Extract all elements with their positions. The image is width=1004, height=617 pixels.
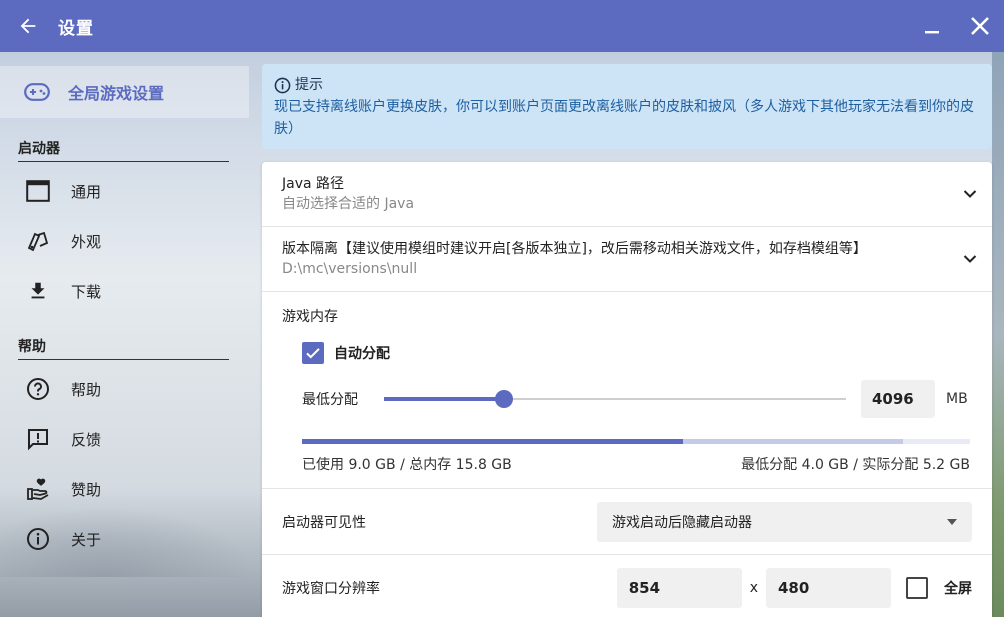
back-button[interactable] [0,0,56,52]
sidebar-item-donate[interactable]: 赞助 [0,464,250,514]
min-allocation-label: 最低分配 [302,392,358,408]
donate-icon [25,476,51,502]
gamepad-icon [24,83,50,101]
version-isolation-row[interactable]: 版本隔离【建议使用模组时建议开启[各版本独立]，改后需移动相关游戏文件，如存档模… [262,227,992,292]
resolution-height-input[interactable]: 480 [766,568,891,608]
resolution-separator: x [749,580,758,596]
sidebar-item-label: 帮助 [71,380,102,399]
hint-body: 现已支持离线账户更换皮肤，你可以到账户页面更改离线账户的皮肤和披风（多人游戏下其… [274,99,974,137]
hint-box: 提示 现已支持离线账户更换皮肤，你可以到账户页面更改离线账户的皮肤和披风（多人游… [262,64,992,149]
sidebar-item-label: 赞助 [71,480,102,499]
java-path-subtitle: 自动选择合适的 Java [282,196,415,212]
launcher-visibility-row: 启动器可见性 游戏启动后隐藏启动器 [262,489,992,555]
sidebar-item-help[interactable]: 帮助 [0,364,250,414]
close-icon [971,17,989,35]
version-isolation-subtitle: D:\mc\versions\null [282,261,418,277]
slider-thumb[interactable] [495,390,513,408]
sidebar-section-help: 帮助 [18,336,229,360]
minimize-icon [925,31,939,34]
min-memory-input[interactable]: 4096 [861,380,935,418]
hint-title: 提示 [295,77,323,93]
window-title: 设置 [58,18,94,39]
sidebar-item-label: 关于 [71,530,102,549]
sidebar-item-label: 外观 [71,232,102,251]
feedback-icon [25,426,51,452]
background-edge [992,52,1004,617]
help-icon [25,376,51,402]
info-icon [274,77,291,94]
minimize-button[interactable] [908,0,956,52]
window-resolution-row: 游戏窗口分辨率 854 x 480 全屏 [262,555,992,617]
close-button[interactable] [956,0,1004,52]
fullscreen-checkbox[interactable] [906,577,928,599]
fullscreen-label: 全屏 [944,581,972,597]
sidebar-item-appearance[interactable]: 外观 [0,216,250,266]
settings-card: Java 路径 自动选择合适的 Java 版本隔离【建议使用模组时建议开启[各版… [262,162,992,617]
sidebar-item-about[interactable]: 关于 [0,514,250,564]
dropdown-caret-icon [947,518,957,525]
check-icon [306,348,320,359]
launcher-visibility-value: 游戏启动后隐藏启动器 [612,514,752,531]
resolution-width-input[interactable]: 854 [616,568,742,608]
sidebar-item-label: 通用 [71,182,102,201]
download-icon [25,278,51,304]
sidebar: 全局游戏设置 启动器 通用 外观 下载 帮助 帮助 反馈 赞助 关于 [0,52,250,617]
java-path-title: Java 路径 [282,176,345,192]
sidebar-item-label: 下载 [71,282,102,301]
auto-allocate-checkbox[interactable] [302,342,324,364]
memory-unit: MB [946,391,968,407]
game-memory-section: 游戏内存 自动分配 最低分配 4096 MB 已使用 9.0 GB / 总内存 … [262,292,992,489]
sidebar-item-download[interactable]: 下载 [0,266,250,316]
title-bar: 设置 [0,0,1004,52]
window-icon [25,178,51,204]
sidebar-item-global-game-settings[interactable]: 全局游戏设置 [0,66,249,118]
game-memory-title: 游戏内存 [282,309,338,325]
sidebar-item-feedback[interactable]: 反馈 [0,414,250,464]
main-content: 提示 现已支持离线账户更换皮肤，你可以到账户页面更改离线账户的皮肤和披风（多人游… [262,64,992,617]
java-path-row[interactable]: Java 路径 自动选择合适的 Java [262,162,992,227]
auto-allocate-label: 自动分配 [334,346,390,362]
info-icon [25,526,51,552]
memory-used-fill [302,439,683,444]
chevron-down-icon[interactable] [958,182,982,206]
chevron-down-icon[interactable] [958,247,982,271]
palette-icon [25,228,51,254]
arrow-left-icon [20,18,36,34]
memory-slider[interactable] [384,389,846,409]
memory-usage-bar [302,439,970,444]
sidebar-section-launcher: 启动器 [18,138,229,162]
memory-allocated-fill [683,439,903,444]
sidebar-item-general[interactable]: 通用 [0,166,250,216]
launcher-visibility-select[interactable]: 游戏启动后隐藏启动器 [597,501,972,542]
memory-allocation-text: 最低分配 4.0 GB / 实际分配 5.2 GB [741,457,970,473]
memory-used-text: 已使用 9.0 GB / 总内存 15.8 GB [302,457,512,473]
launcher-visibility-label: 启动器可见性 [282,514,366,531]
window-resolution-label: 游戏窗口分辨率 [282,581,380,597]
version-isolation-title: 版本隔离【建议使用模组时建议开启[各版本独立]，改后需移动相关游戏文件，如存档模… [282,241,867,257]
sidebar-item-label: 全局游戏设置 [68,84,165,103]
slider-fill [384,397,504,401]
sidebar-item-label: 反馈 [71,430,102,449]
